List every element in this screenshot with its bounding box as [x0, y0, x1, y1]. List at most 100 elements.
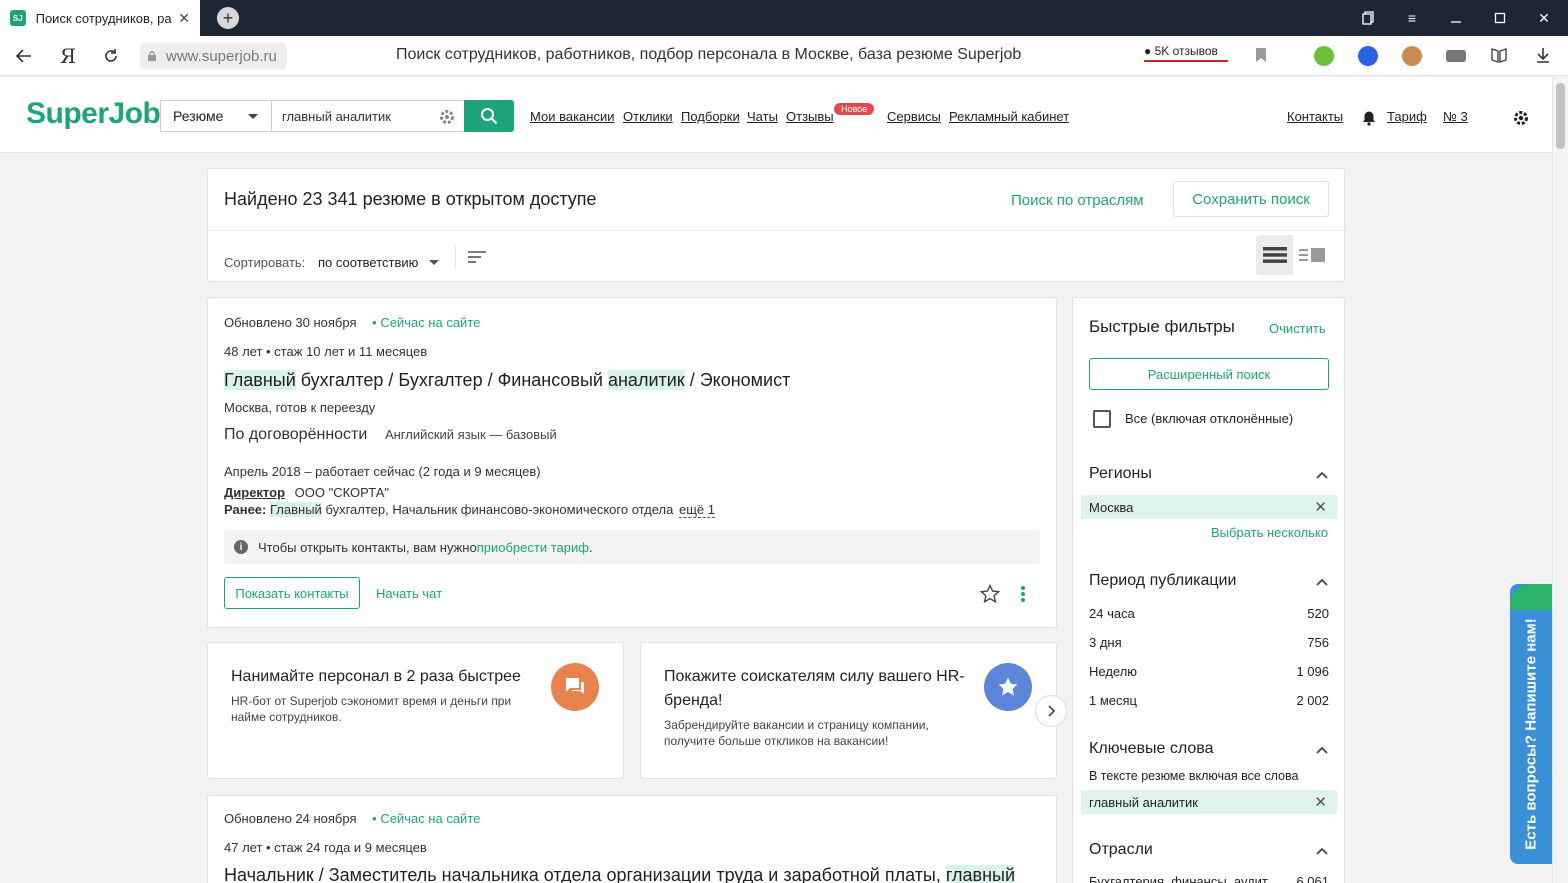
remove-keyword-icon[interactable]: ✕	[1314, 793, 1327, 811]
download-icon[interactable]	[1534, 46, 1554, 66]
extension-gear-icon[interactable]	[1314, 46, 1334, 66]
all-checkbox[interactable]	[1093, 410, 1111, 428]
period-title[interactable]: Период публикации	[1089, 572, 1236, 590]
nav-reviews[interactable]: Отзывы	[786, 109, 834, 124]
extension-bookmark-icon[interactable]	[1358, 46, 1378, 66]
clear-filters-link[interactable]: Очистить	[1269, 321, 1326, 336]
promo-title: Нанимайте персонал в 2 раза быстрее	[231, 668, 521, 685]
search-settings-icon[interactable]	[438, 108, 456, 126]
nav-my-vacancies[interactable]: Мои вакансии	[530, 109, 614, 124]
bell-icon[interactable]	[1361, 110, 1377, 126]
nav-chats[interactable]: Чаты	[747, 109, 778, 124]
work-period: Апрель 2018 – работает сейчас (2 года и …	[224, 464, 541, 479]
scrollbar-thumb[interactable]	[1556, 83, 1565, 149]
period-option[interactable]: 1 месяц 2 002	[1089, 693, 1329, 708]
extension-card-icon[interactable]	[1446, 50, 1466, 62]
superjob-logo[interactable]: SuperJob	[26, 97, 161, 131]
period-option[interactable]: Неделю 1 096	[1089, 664, 1329, 679]
extension-avatar-icon[interactable]	[1402, 46, 1422, 66]
back-icon[interactable]	[12, 44, 36, 68]
favicon-icon: SJ	[10, 10, 26, 26]
resume-card[interactable]: Обновлено 24 ноября • Сейчас на сайте 47…	[207, 795, 1057, 883]
resume-location: Москва, готов к переезду	[224, 400, 376, 415]
settings-gear-icon[interactable]	[1512, 109, 1530, 127]
keywords-title[interactable]: Ключевые слова	[1089, 740, 1214, 758]
list-view-icon[interactable]	[1256, 235, 1293, 275]
chevron-up-icon[interactable]	[1315, 468, 1329, 482]
nav-tariff[interactable]: Тариф	[1387, 109, 1427, 124]
region-chip-label: Москва	[1089, 499, 1134, 515]
promo-title: Покажите соискателям силу вашего HR-брен…	[664, 668, 965, 709]
highlight-term: главный	[945, 865, 1016, 883]
company-name: ООО "СКОРТА"	[294, 485, 390, 500]
more-options-icon[interactable]	[1020, 585, 1026, 603]
sort-order-icon[interactable]	[467, 249, 487, 265]
period-label: 1 месяц	[1089, 693, 1137, 708]
nav-contacts[interactable]: Контакты	[1287, 109, 1343, 124]
nav-selections[interactable]: Подборки	[681, 109, 740, 124]
promo-card-hr-bot[interactable]: Нанимайте персонал в 2 раза быстрее HR-б…	[207, 642, 624, 779]
online-status-label: Сейчас на сайте	[380, 811, 481, 826]
period-option[interactable]: 24 часа 520	[1089, 606, 1329, 621]
highlight-term: Главный	[224, 370, 296, 390]
reviews-label: 5K отзывов	[1154, 44, 1218, 58]
url-field[interactable]: www.superjob.ru	[140, 43, 287, 69]
feedback-tab[interactable]: Есть вопросы? Напишите нам!	[1510, 584, 1552, 864]
reload-icon[interactable]	[99, 44, 123, 68]
resume-title[interactable]: Главный бухгалтер / Бухгалтер / Финансов…	[224, 370, 790, 391]
online-status: • Сейчас на сайте	[372, 315, 481, 330]
new-tab-icon[interactable]: +	[217, 7, 239, 29]
save-search-button[interactable]: Сохранить поиск	[1173, 181, 1329, 217]
extension-book-icon[interactable]	[1490, 46, 1510, 66]
chevron-up-icon[interactable]	[1315, 743, 1329, 757]
nav-services[interactable]: Сервисы	[887, 109, 941, 124]
nav-ad-cabinet[interactable]: Рекламный кабинет	[949, 109, 1069, 124]
menu-icon[interactable]: ≡	[1390, 0, 1434, 36]
close-window-icon[interactable]: ✕	[1522, 0, 1566, 36]
industry-search-link[interactable]: Поиск по отраслям	[1011, 192, 1144, 209]
search-type-select[interactable]: Резюме	[160, 100, 272, 132]
sort-select[interactable]: по соответствию	[318, 255, 418, 270]
page-title: Поиск сотрудников, работников, подбор пе…	[396, 46, 1022, 63]
regions-title[interactable]: Регионы	[1089, 465, 1152, 483]
carousel-next-icon[interactable]	[1035, 695, 1067, 727]
chevron-up-icon[interactable]	[1315, 844, 1329, 858]
remove-region-icon[interactable]: ✕	[1314, 498, 1327, 516]
period-option[interactable]: 3 дня 756	[1089, 635, 1329, 650]
period-count: 1 096	[1296, 664, 1329, 679]
results-count-title: Найдено 23 341 резюме в открытом доступе	[224, 189, 597, 209]
search-input[interactable]: главный аналитик	[271, 100, 465, 132]
show-contacts-button[interactable]: Показать контакты	[224, 577, 360, 609]
start-chat-link[interactable]: Начать чат	[376, 586, 442, 601]
tab-close-icon[interactable]: ✕	[178, 10, 190, 27]
resume-title[interactable]: Начальник / Заместитель начальника отдел…	[224, 865, 1016, 883]
nav-responses[interactable]: Отклики	[623, 109, 673, 124]
tab-title: Поиск сотрудников, ра	[35, 10, 172, 26]
bookmark-icon[interactable]	[1254, 47, 1274, 67]
updated-date: Обновлено 24 ноября	[224, 811, 357, 826]
star-icon[interactable]	[980, 584, 1000, 604]
promo-card-hr-brand[interactable]: Покажите соискателям силу вашего HR-брен…	[640, 642, 1057, 779]
chevron-up-icon[interactable]	[1315, 575, 1329, 589]
show-more-link[interactable]: ещё 1	[679, 502, 715, 518]
choose-several-link[interactable]: Выбрать несколько	[1211, 525, 1328, 540]
reviews-pill[interactable]: ● 5K отзывов	[1144, 44, 1228, 62]
industry-option[interactable]: Бухгалтерия, финансы, аудит 6 061	[1089, 874, 1329, 883]
account-number[interactable]: № 3	[1443, 109, 1468, 124]
resume-card[interactable]: Обновлено 30 ноября • Сейчас на сайте 48…	[207, 297, 1057, 628]
advanced-search-button[interactable]: Расширенный поиск	[1089, 358, 1329, 390]
region-chip: Москва ✕	[1081, 495, 1337, 519]
yandex-icon[interactable]: Я	[56, 44, 80, 68]
bookmarks-icon[interactable]	[1346, 0, 1390, 36]
comment-icon: ●	[1144, 44, 1152, 58]
divider	[208, 230, 1346, 231]
page-scrollbar[interactable]	[1552, 77, 1568, 883]
browser-tab[interactable]: SJ Поиск сотрудников, ра ✕	[0, 0, 200, 36]
keywords-mode[interactable]: В тексте резюме включая все слова	[1089, 769, 1298, 783]
maximize-icon[interactable]	[1478, 0, 1522, 36]
compact-view-icon[interactable]	[1293, 235, 1330, 275]
buy-tariff-link[interactable]: приобрести тариф	[477, 540, 589, 555]
minimize-icon[interactable]	[1434, 0, 1478, 36]
industries-title[interactable]: Отрасли	[1089, 841, 1153, 859]
search-button[interactable]	[464, 100, 514, 132]
